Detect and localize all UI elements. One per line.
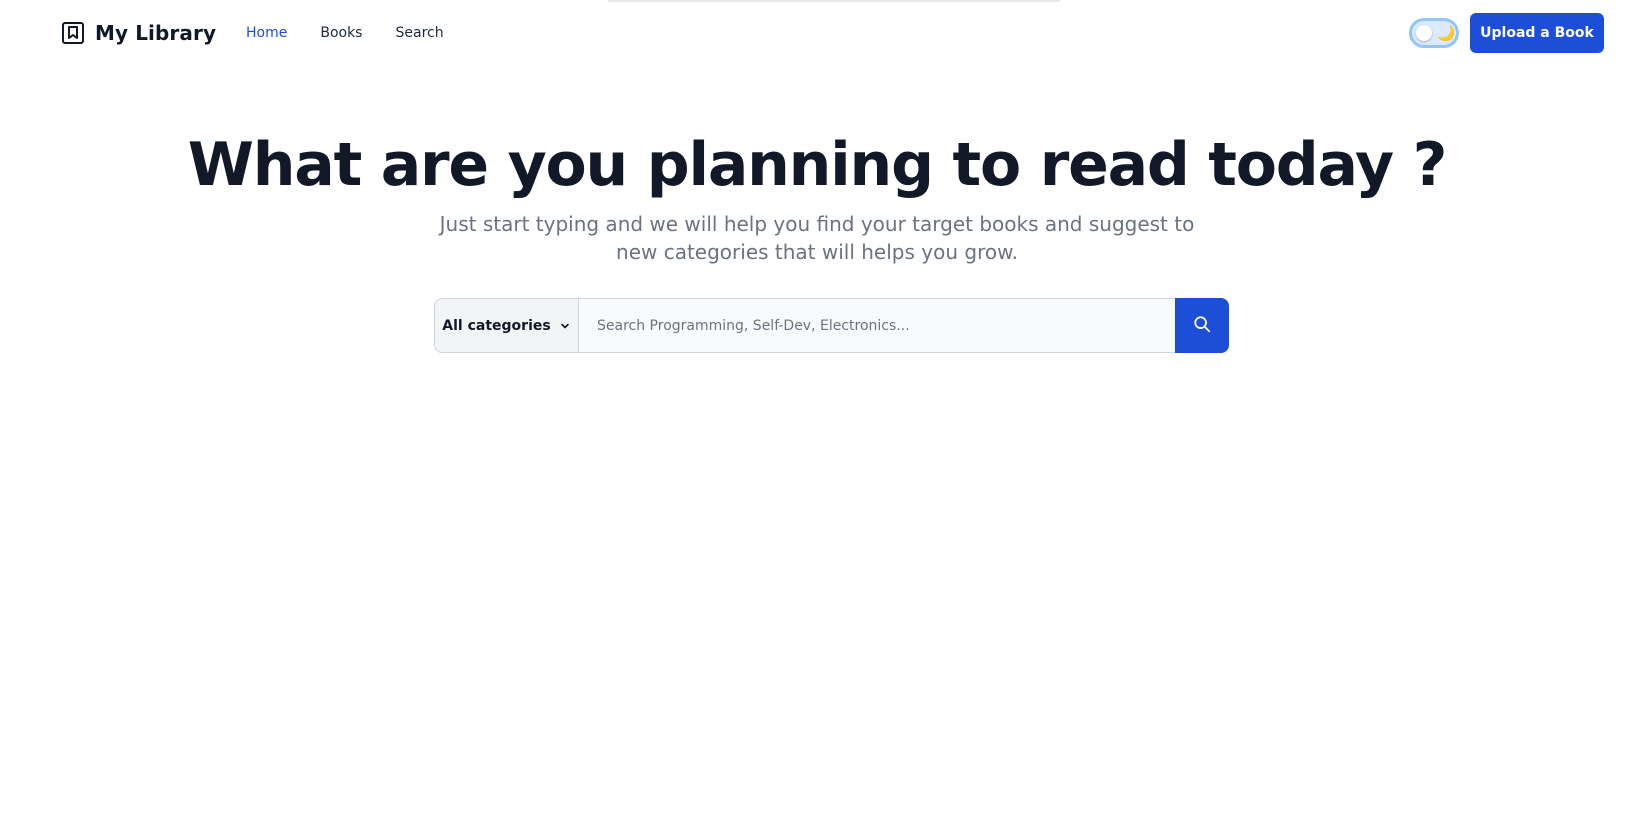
toggle-knob bbox=[1416, 25, 1432, 41]
search-form: All categories bbox=[434, 298, 1229, 353]
theme-toggle[interactable]: 🌙 bbox=[1409, 18, 1459, 48]
search-input[interactable] bbox=[579, 298, 1175, 353]
moon-icon: 🌙 bbox=[1436, 24, 1456, 42]
search-submit-button[interactable] bbox=[1175, 298, 1229, 353]
main-nav: Home Books Search bbox=[246, 22, 444, 44]
site-header: My Library Home Books Search 🌙 Upload a … bbox=[0, 0, 1634, 66]
hero: What are you planning to read today ? Ju… bbox=[0, 126, 1634, 266]
chevron-down-icon bbox=[559, 320, 571, 332]
category-dropdown[interactable]: All categories bbox=[434, 298, 579, 353]
brand-name: My Library bbox=[95, 21, 217, 45]
book-icon bbox=[61, 21, 85, 45]
page-title: What are you planning to read today ? bbox=[187, 130, 1448, 200]
brand-link[interactable]: My Library bbox=[61, 20, 216, 46]
nav-books[interactable]: Books bbox=[320, 22, 362, 44]
hero-subtitle: Just start typing and we will help you f… bbox=[439, 212, 1195, 264]
nav-home[interactable]: Home bbox=[246, 22, 287, 44]
upload-book-button[interactable]: Upload a Book bbox=[1470, 13, 1604, 53]
nav-search[interactable]: Search bbox=[395, 22, 443, 44]
search-icon bbox=[1193, 315, 1211, 336]
category-label: All categories bbox=[442, 317, 551, 334]
